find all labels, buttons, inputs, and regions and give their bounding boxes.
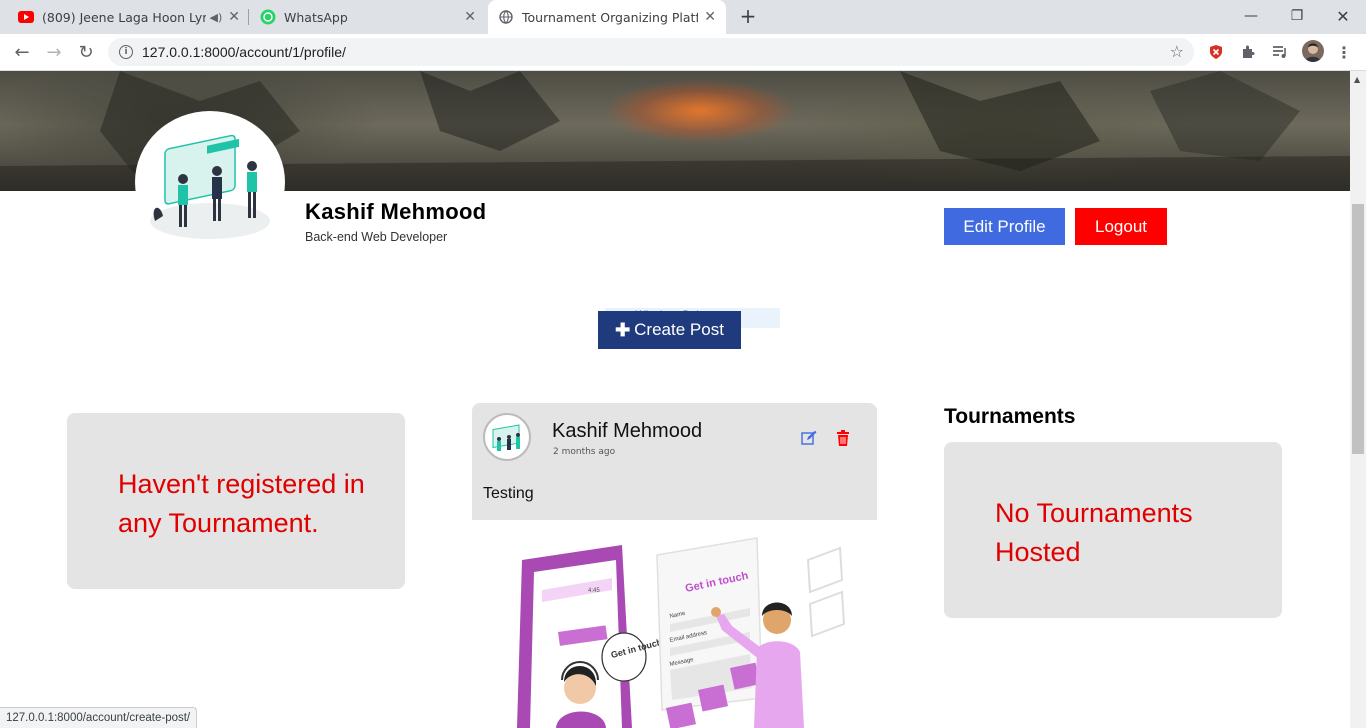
speaker-icon: ◀) — [209, 10, 223, 24]
close-tab-icon[interactable]: ✕ — [228, 9, 240, 25]
logout-button[interactable]: Logout — [1075, 208, 1167, 245]
reload-button[interactable]: ↻ — [72, 38, 100, 66]
profile-avatar[interactable] — [1302, 40, 1324, 62]
globe-icon — [498, 9, 514, 25]
tab-title: Tournament Organizing Platform — [522, 9, 699, 25]
scrollbar-thumb[interactable] — [1352, 204, 1364, 454]
phone-time: 4:45 — [588, 588, 600, 594]
edit-profile-button[interactable]: Edit Profile — [944, 208, 1065, 245]
post-card: Kashif Mehmood 2 months ago Testing — [472, 403, 877, 520]
shield-extension-icon[interactable] — [1206, 42, 1226, 62]
edit-post-icon[interactable] — [801, 430, 817, 446]
url-text: 127.0.0.1:8000/account/1/profile/ — [142, 44, 346, 60]
post-author-avatar — [483, 413, 531, 461]
media-queue-icon[interactable] — [1270, 42, 1290, 62]
tab-whatsapp[interactable]: WhatsApp ✕ — [250, 0, 486, 34]
post-image: 4:45 Get in touch! Get in touch Name Ema… — [472, 520, 877, 728]
tab-divider — [248, 9, 249, 25]
restore-button[interactable]: ❐ — [1274, 0, 1320, 32]
post-author-name: Kashif Mehmood — [552, 420, 703, 442]
browser-toolbar: ← → ↻ i 127.0.0.1:8000/account/1/profile… — [0, 34, 1366, 71]
create-post-button[interactable]: ✚ Create Post — [598, 311, 741, 349]
profile-name: Kashif Mehmood — [305, 199, 487, 224]
info-icon[interactable]: i — [119, 45, 133, 59]
close-tab-icon[interactable]: ✕ — [704, 9, 716, 25]
youtube-icon — [18, 9, 34, 25]
plus-icon: ✚ — [615, 319, 631, 340]
scroll-up-arrow-icon[interactable]: ▲ — [1354, 75, 1360, 84]
tab-youtube[interactable]: (809) Jeene Laga Hoon Lyrica ◀) ✕ — [8, 0, 250, 34]
address-bar[interactable]: i 127.0.0.1:8000/account/1/profile/ ☆ — [108, 38, 1194, 66]
no-registrations-message: Haven't registered in any Tournament. — [118, 469, 365, 538]
tab-title: WhatsApp — [284, 9, 348, 25]
minimize-button[interactable]: — — [1228, 0, 1274, 32]
close-window-button[interactable]: ✕ — [1320, 0, 1366, 32]
registered-tournaments-card: Haven't registered in any Tournament. — [67, 413, 405, 589]
browser-menu-icon[interactable]: ⋮ — [1334, 42, 1354, 62]
hosted-tournaments-card: No Tournaments Hosted — [944, 442, 1282, 618]
profile-title: Back-end Web Developer — [305, 230, 448, 244]
puzzle-extensions-icon[interactable] — [1238, 42, 1258, 62]
link-status-bar: 127.0.0.1:8000/account/create-post/ — [0, 707, 198, 728]
tab-title: (809) Jeene Laga Hoon Lyrica — [42, 9, 206, 25]
new-tab-button[interactable]: + — [736, 4, 760, 28]
tournaments-heading: Tournaments — [944, 405, 1076, 428]
post-body-text: Testing — [483, 485, 534, 502]
no-tournaments-message: No Tournaments Hosted — [995, 498, 1193, 567]
create-post-label: Create Post — [634, 320, 724, 339]
close-tab-icon[interactable]: ✕ — [464, 9, 476, 25]
bookmark-star-icon[interactable]: ☆ — [1170, 42, 1184, 61]
whatsapp-icon — [260, 9, 276, 25]
tab-tournament[interactable]: Tournament Organizing Platform ✕ — [488, 0, 726, 34]
page-scrollbar[interactable]: ▲ — [1350, 71, 1366, 728]
post-timestamp: 2 months ago — [553, 447, 616, 457]
profile-avatar-image — [135, 111, 285, 253]
browser-tab-bar: (809) Jeene Laga Hoon Lyrica ◀) ✕ WhatsA… — [0, 0, 1366, 34]
back-button[interactable]: ← — [8, 38, 36, 66]
page-viewport: Kashif Mehmood Back-end Web Developer Ed… — [0, 71, 1350, 728]
delete-post-icon[interactable] — [836, 430, 852, 446]
forward-button[interactable]: → — [40, 38, 68, 66]
